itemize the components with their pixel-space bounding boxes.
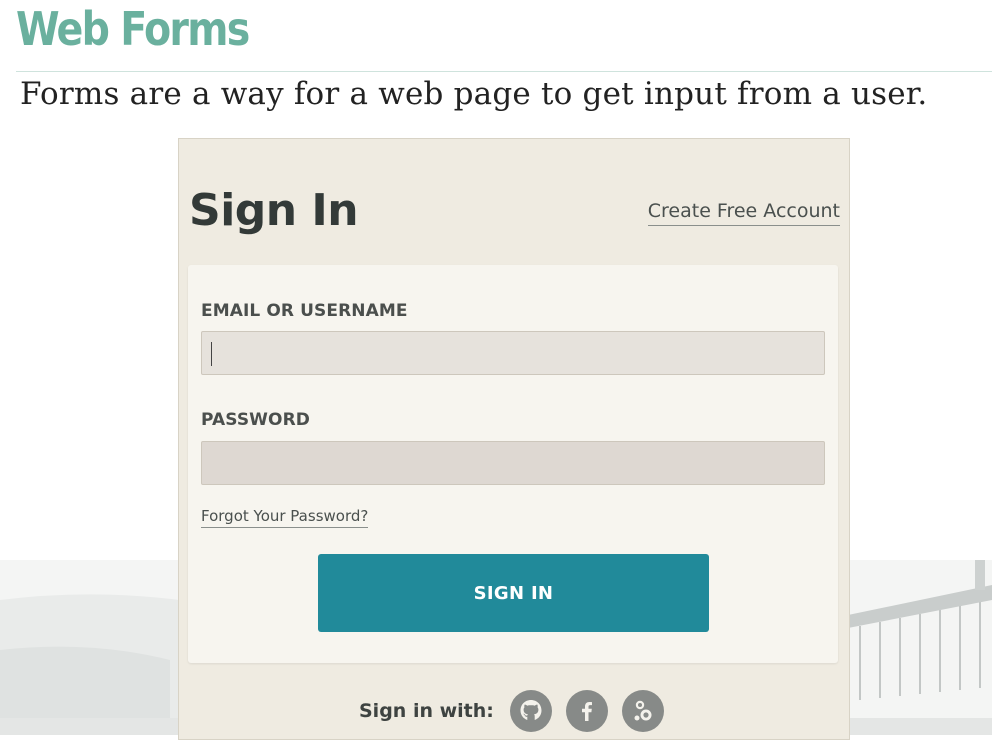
github-icon[interactable] (509, 690, 552, 732)
password-label: PASSWORD (201, 410, 310, 430)
sign-in-card: Sign In Create Free Account EMAIL OR USE… (178, 138, 850, 740)
text-cursor (211, 342, 212, 366)
slide-title: Web Forms (16, 2, 250, 56)
password-input[interactable] (201, 441, 825, 485)
slide-subtitle: Forms are a way for a web page to get in… (20, 76, 928, 112)
sign-in-heading: Sign In (189, 185, 359, 236)
social-sign-in-row: Sign in with: (359, 689, 678, 733)
email-username-input[interactable] (201, 331, 825, 375)
sign-in-button[interactable]: SIGN IN (318, 554, 709, 632)
email-username-label: EMAIL OR USERNAME (201, 301, 408, 321)
facebook-icon[interactable] (565, 690, 608, 732)
google-plus-icon[interactable] (621, 690, 664, 732)
sign-in-form: EMAIL OR USERNAME PASSWORD Forgot Your P… (188, 265, 838, 663)
title-divider (16, 71, 992, 72)
create-free-account-link[interactable]: Create Free Account (647, 200, 840, 226)
forgot-password-link[interactable]: Forgot Your Password? (201, 507, 369, 528)
sign-in-with-label: Sign in with: (359, 700, 494, 722)
